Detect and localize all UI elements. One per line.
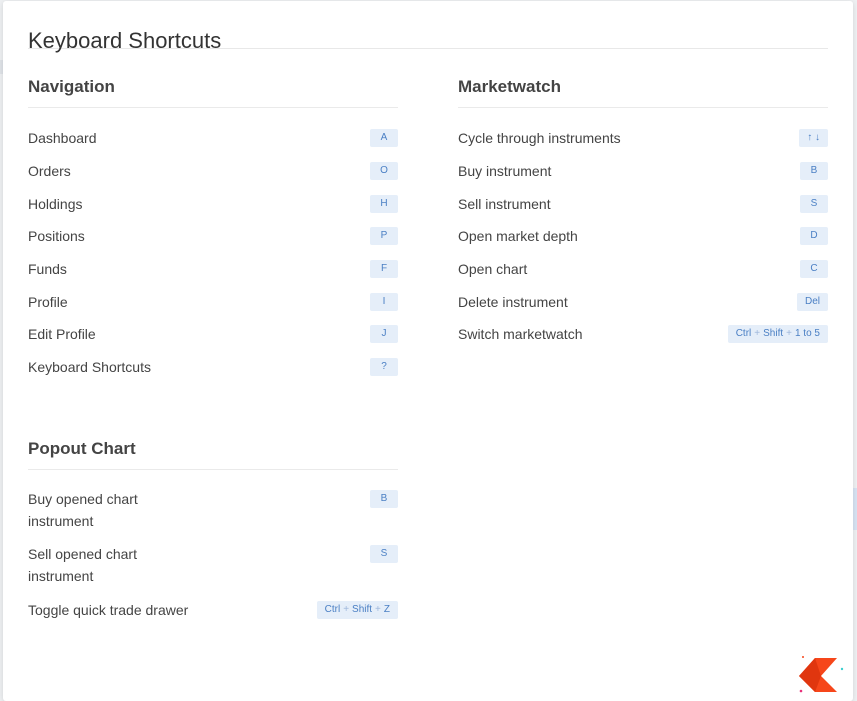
key-cap: A [380, 132, 388, 144]
shortcut-row: Dashboard A [28, 122, 398, 155]
shortcut-key-badge: S [370, 544, 398, 563]
shortcut-key-badge: ? [370, 358, 398, 377]
shortcut-row: Cycle through instruments ↑ ↓ [458, 122, 828, 155]
key-cap: Ctrl [324, 603, 341, 615]
shortcut-key-badge: B [800, 162, 828, 181]
key-separator: + [754, 328, 761, 340]
modal-title: Keyboard Shortcuts [28, 28, 222, 53]
shortcut-row: Positions P [28, 220, 398, 253]
key-cap: 1 to 5 [794, 328, 820, 340]
shortcut-key-badge: P [370, 227, 398, 246]
shortcut-label: Sell instrument [458, 195, 551, 212]
shortcut-label: Open chart [458, 261, 528, 278]
key-cap: Ctrl [735, 328, 752, 340]
shortcut-label: Open market depth [458, 228, 578, 245]
shortcut-label: Buy opened chart instrument [28, 490, 138, 529]
shortcut-key-badge: J [370, 325, 398, 344]
key-cap: ↑ ↓ [807, 132, 820, 144]
key-cap: Z [383, 603, 390, 615]
key-cap: H [380, 197, 388, 209]
key-cap: I [382, 295, 386, 307]
shortcut-label: Profile [28, 293, 68, 310]
shortcut-key-badge: C [800, 260, 828, 279]
key-cap: Shift [352, 603, 373, 615]
key-cap: P [380, 230, 388, 242]
section-title-marketwatch: Marketwatch [458, 49, 828, 108]
shortcut-key-badge: A [370, 129, 398, 148]
shortcut-key-badge: Ctrl + Shift + Z [316, 600, 398, 619]
shortcut-key-badge: B [370, 489, 398, 508]
shortcut-label: Dashboard [28, 130, 97, 147]
shortcut-row: Open chart C [458, 253, 828, 286]
shortcut-label: Delete instrument [458, 293, 568, 310]
shortcut-row: Toggle quick trade drawer Ctrl + Shift + Z [28, 594, 398, 627]
shortcut-label: Switch marketwatch [458, 326, 583, 343]
section-navigation: Navigation Dashboard A Orders O Holdings H Pos… [28, 49, 398, 384]
key-cap: B [810, 165, 818, 177]
shortcut-row: Open market depth D [458, 220, 828, 253]
shortcut-row: Profile I [28, 285, 398, 318]
shortcut-row: Delete instrument Del [458, 285, 828, 318]
shortcut-key-badge: S [800, 194, 828, 213]
shortcut-list: Cycle through instruments ↑ ↓ Buy instrume… [458, 108, 828, 351]
shortcut-label: Funds [28, 261, 67, 278]
key-cap: C [810, 263, 818, 275]
key-separator: + [343, 603, 350, 615]
shortcut-row: Orders O [28, 155, 398, 188]
shortcut-key-badge: H [370, 194, 398, 213]
shortcut-key-badge: I [370, 292, 398, 311]
shortcut-list: Dashboard A Orders O Holdings H Positions P Fund… [28, 108, 398, 384]
shortcut-row: Buy opened chart instrument B [28, 484, 398, 539]
key-cap: F [380, 263, 388, 275]
shortcut-key-badge: ↑ ↓ [799, 129, 828, 148]
key-cap: D [810, 230, 818, 242]
key-separator: + [786, 328, 792, 340]
section-title-navigation: Navigation [28, 49, 398, 108]
shortcut-label: Cycle through instruments [458, 130, 621, 147]
key-cap: J [381, 328, 387, 340]
keyboard-shortcuts-modal: Keyboard Shortcuts Navigation Dashboard A… [3, 1, 853, 701]
section-popout-chart: Popout Chart Buy opened chart instrument… [28, 411, 398, 627]
shortcut-row: Funds F [28, 253, 398, 286]
left-column: Navigation Dashboard A Orders O Holdings H Pos… [28, 49, 398, 626]
shortcut-label: Keyboard Shortcuts [28, 359, 151, 376]
key-cap: Shift [763, 328, 784, 340]
section-title-popout-chart: Popout Chart [28, 411, 398, 470]
shortcut-label: Toggle quick trade drawer [28, 601, 189, 618]
shortcut-label: Edit Profile [28, 326, 96, 343]
shortcut-key-badge: D [800, 227, 828, 246]
shortcut-label: Orders [28, 163, 71, 180]
shortcut-key-badge: Ctrl + Shift +1 to 5 [727, 325, 828, 344]
shortcut-row: Sell instrument S [458, 187, 828, 220]
backdrop-fragment [853, 488, 857, 530]
shortcut-columns: Navigation Dashboard A Orders O Holdings H Pos… [28, 49, 828, 626]
shortcut-row: Switch marketwatch Ctrl + Shift +1 to 5 [458, 318, 828, 351]
shortcut-list: Buy opened chart instrument B Sell opened … [28, 470, 398, 627]
shortcut-key-badge: F [370, 260, 398, 279]
shortcut-row: Keyboard Shortcuts? [28, 351, 398, 384]
key-cap: S [810, 197, 818, 209]
key-cap: O [380, 165, 388, 177]
key-cap: Del [804, 295, 820, 307]
key-cap: B [380, 492, 388, 504]
shortcut-row: Buy instrument B [458, 155, 828, 188]
shortcut-key-badge: O [370, 162, 398, 181]
key-separator: + [375, 603, 381, 615]
section-marketwatch: Marketwatch Cycle through instruments ↑ ↓… [458, 49, 828, 351]
shortcut-row: Holdings H [28, 187, 398, 220]
shortcut-row: Sell opened chart instrument S [28, 539, 398, 594]
kite-logo-icon [799, 656, 844, 693]
shortcut-row: Edit Profile J [28, 318, 398, 351]
key-cap: S [380, 547, 388, 559]
key-cap: ? [381, 361, 387, 373]
right-column: Marketwatch Cycle through instruments ↑ ↓… [458, 49, 828, 626]
shortcut-key-badge: Del [796, 292, 828, 311]
shortcut-label: Holdings [28, 195, 83, 212]
shortcut-label: Buy instrument [458, 163, 552, 180]
shortcut-label: Sell opened chart instrument [28, 545, 137, 584]
shortcut-label: Positions [28, 228, 85, 245]
